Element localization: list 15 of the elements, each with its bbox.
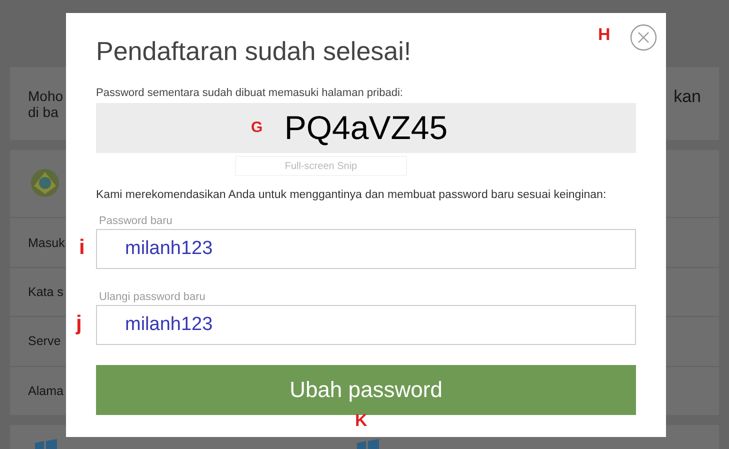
notice-text: Moho — [28, 88, 64, 104]
annotation-marker: H — [598, 25, 610, 45]
platform-icon — [30, 168, 60, 198]
notice-text: kan — [674, 87, 701, 107]
recommendation-text: Kami merekomendasikan Anda untuk menggantinya dan membuat password baru sesuai keinginan: — [96, 189, 608, 201]
close-icon[interactable] — [630, 24, 657, 51]
annotation-marker: i — [79, 236, 85, 260]
annotation-marker: G — [251, 119, 263, 136]
field-label: Ulangi password baru — [99, 291, 206, 303]
temp-password-box: G PQ4aVZ45 — [96, 103, 636, 153]
dialog-title: Pendaftaran sudah selesai! — [96, 35, 412, 67]
temp-password-label: Password sementara sudah dibuat memasuki halaman pribadi: — [96, 87, 404, 99]
notice-text: di ba — [28, 104, 60, 120]
snip-ghost-text: Full-screen Snip — [235, 156, 407, 176]
field-label: Password baru — [99, 215, 174, 227]
